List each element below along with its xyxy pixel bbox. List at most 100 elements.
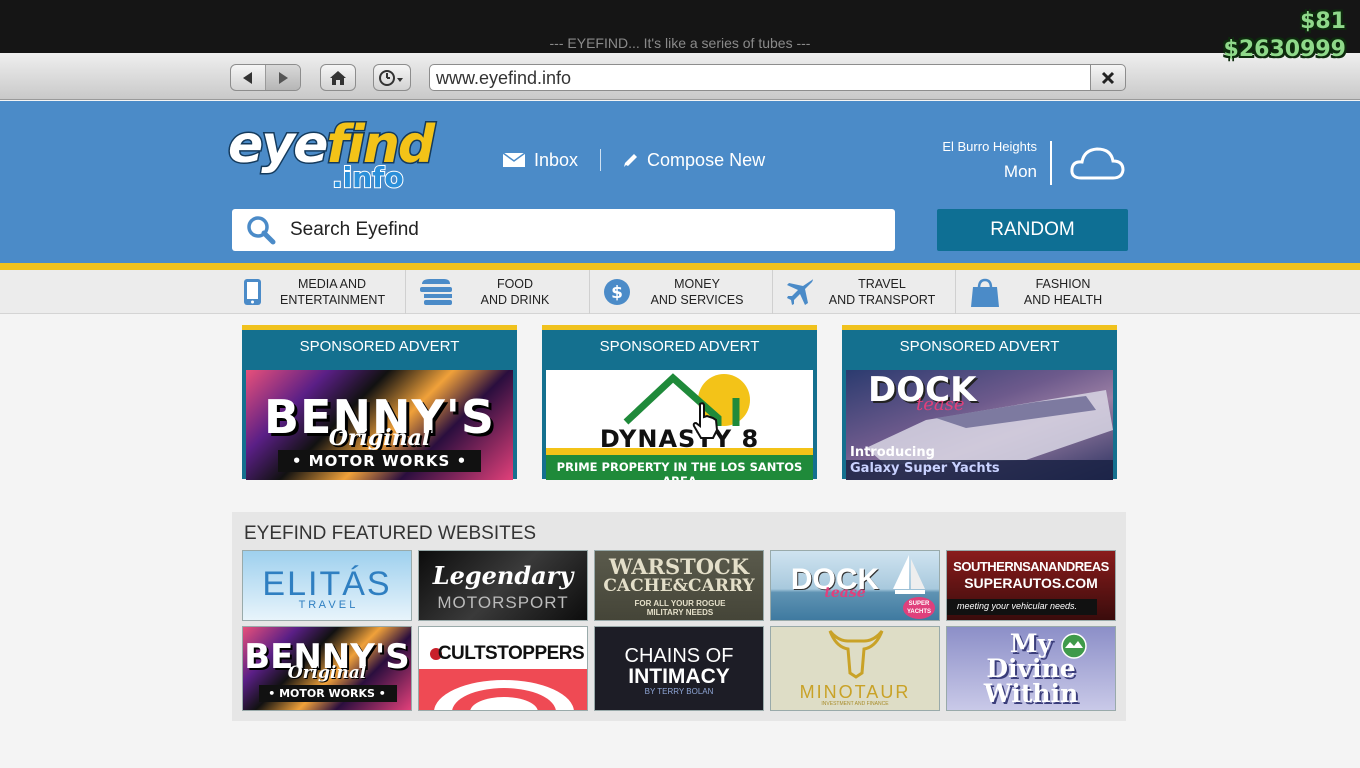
compose-label: Compose New xyxy=(647,149,766,170)
site-elitas-sub: T R A V E L xyxy=(298,599,356,611)
nav-buttons xyxy=(230,64,301,91)
advert-bennys-script: Original xyxy=(328,425,431,451)
site-bennys[interactable]: BENNY'S Original • MOTOR WORKS • xyxy=(242,626,412,711)
advert-docktease-script: tease xyxy=(916,394,965,415)
search-input[interactable]: Search Eyefind xyxy=(232,209,895,251)
site-elitas-travel[interactable]: ELITÁS T R A V E L xyxy=(242,550,412,621)
burger-icon xyxy=(420,279,452,305)
category-label-line1: FASHION xyxy=(1035,277,1091,291)
phone-icon xyxy=(244,279,261,305)
bank-amount: $2630999 xyxy=(1223,37,1346,62)
site-bennys-sub: • MOTOR WORKS • xyxy=(268,687,386,700)
bull-head-icon xyxy=(828,630,884,679)
advert-bennys[interactable]: SPONSORED ADVERT BENNY'S Original • MOTO… xyxy=(242,325,517,480)
eyefind-logo[interactable]: eyefind .info xyxy=(226,114,436,201)
inbox-label: Inbox xyxy=(534,149,579,170)
site-legendary-sub: MOTORSPORT xyxy=(437,593,569,612)
advert-dynasty8[interactable]: SPONSORED ADVERT DYNASTY 8 PRIME PROPERT… xyxy=(542,325,817,480)
inbox-link[interactable]: Inbox xyxy=(502,150,578,171)
advert-docktease-sub2: Galaxy Super Yachts xyxy=(850,461,1000,476)
site-bennys-script: Original xyxy=(287,663,367,683)
plane-icon xyxy=(787,279,813,305)
sailboat-icon xyxy=(893,555,925,594)
search-placeholder: Search Eyefind xyxy=(290,219,419,240)
pencil-icon xyxy=(624,154,638,167)
advert-bennys-image: BENNY'S Original • MOTOR WORKS • xyxy=(246,370,513,480)
globe-icon xyxy=(1061,633,1087,659)
header-links: Inbox Compose New xyxy=(502,149,765,171)
advert-dynasty8-title: DYNASTY 8 xyxy=(599,425,760,453)
site-ssa-sub: SUPERAUTOS.COM xyxy=(964,575,1098,591)
shopping-bag-icon xyxy=(971,278,999,307)
url-field[interactable]: www.eyefind.info xyxy=(429,64,1091,91)
category-fashion[interactable]: FASHION AND HEALTH xyxy=(970,270,1126,314)
advert-header: SPONSORED ADVERT xyxy=(899,338,1060,355)
home-button[interactable] xyxy=(320,64,356,91)
site-minotaur[interactable]: MINOTAUR INVESTMENT AND FINANCE xyxy=(770,626,940,711)
logo-info-text: .info xyxy=(331,160,405,195)
forward-arrow-icon xyxy=(279,71,288,84)
category-divider xyxy=(955,270,956,314)
clock-icon xyxy=(379,69,403,86)
forward-button[interactable] xyxy=(265,65,300,90)
category-label-line2: AND TRANSPORT xyxy=(828,293,936,307)
close-button[interactable] xyxy=(1090,64,1126,91)
weather-location: El Burro Heights xyxy=(942,139,1037,154)
featured-websites: EYEFIND FEATURED WEBSITES ELITÁS T R A V… xyxy=(232,512,1126,721)
site-chains-small: BY TERRY BOLAN xyxy=(644,687,714,696)
logo-eye-text: eye xyxy=(226,114,329,177)
site-warstock[interactable]: WARSTOCK CACHE&CARRY FOR ALL YOUR ROGUE … xyxy=(594,550,764,621)
category-travel[interactable]: TRAVEL AND TRANSPORT xyxy=(786,270,952,314)
header-link-divider xyxy=(600,149,602,171)
cultstoppers-target-image xyxy=(419,648,587,710)
category-label-line1: MEDIA AND xyxy=(297,277,367,291)
site-my-divine-within[interactable]: My Divine Within xyxy=(946,626,1116,711)
cash-amount: $81 xyxy=(1300,9,1346,34)
close-icon xyxy=(1101,71,1115,84)
category-label-line1: FOOD xyxy=(496,277,534,291)
weather-info: El Burro Heights Mon xyxy=(942,139,1037,182)
site-warstock-sub: CACHE&CARRY xyxy=(603,576,755,596)
random-button[interactable]: RANDOM xyxy=(937,209,1128,251)
category-label-line2: AND SERVICES xyxy=(650,293,744,307)
site-chains-of-intimacy[interactable]: CHAINS OF INTIMACY BY TERRY BOLAN xyxy=(594,626,764,711)
search-icon xyxy=(247,216,276,245)
site-southern-sa-superautos[interactable]: SOUTHERNSANANDREAS SUPERAUTOS.COM meetin… xyxy=(946,550,1116,621)
category-divider xyxy=(405,270,406,314)
category-divider xyxy=(589,270,590,314)
category-food[interactable]: FOOD AND DRINK xyxy=(418,270,586,314)
advert-bennys-sub: • MOTOR WORKS • xyxy=(291,452,468,470)
site-ssa-title: SOUTHERNSANANDREAS xyxy=(953,559,1109,574)
site-warstock-small: FOR ALL YOUR ROGUE MILITARY NEEDS xyxy=(634,599,726,617)
advert-docktease[interactable]: SPONSORED ADVERT DOCK tease Introducing … xyxy=(842,325,1117,480)
browser-toolbar: www.eyefind.info xyxy=(0,53,1360,100)
site-cultstoppers-title: CULTSTOPPERS xyxy=(437,643,585,664)
site-chains-sub: INTIMACY xyxy=(628,665,730,688)
advert-header: SPONSORED ADVERT xyxy=(599,338,760,355)
category-divider xyxy=(772,270,773,314)
category-label-line2: ENTERTAINMENT xyxy=(280,293,386,307)
featured-title: EYEFIND FEATURED WEBSITES xyxy=(244,523,537,544)
back-button[interactable] xyxy=(231,65,265,90)
window-tagline: --- EYEFIND... It's like a series of tub… xyxy=(549,35,811,51)
category-label-line2: AND HEALTH xyxy=(1023,293,1103,307)
category-money[interactable]: $ MONEY AND SERVICES xyxy=(603,270,769,314)
weather-day: Mon xyxy=(1003,162,1037,181)
site-docktease-badge: SUPER YACHTS xyxy=(903,597,935,619)
category-nav: MEDIA AND ENTERTAINMENT FOOD AND DRINK $ M… xyxy=(0,270,1360,314)
dollar-icon: $ xyxy=(604,279,630,305)
category-label-line1: TRAVEL xyxy=(858,277,906,291)
site-minotaur-small: INVESTMENT AND FINANCE xyxy=(821,701,889,707)
advert-header: SPONSORED ADVERT xyxy=(299,338,460,355)
advert-dynasty8-image: DYNASTY 8 PRIME PROPERTY IN THE LOS SANT… xyxy=(546,370,813,480)
compose-link[interactable]: Compose New xyxy=(623,150,765,171)
site-docktease[interactable]: DOCK tease SUPER YACHTS xyxy=(770,550,940,621)
money-hud: $81 $2630999 xyxy=(1224,8,1346,64)
site-legendary-motorsport[interactable]: Legendary MOTORSPORT xyxy=(418,550,588,621)
site-cultstoppers[interactable]: CULTSTOPPERS xyxy=(418,626,588,711)
site-header: eyefind .info Inbox Compose New El Burro… xyxy=(0,101,1360,271)
site-minotaur-title: MINOTAUR xyxy=(799,682,911,702)
window-title-bar: --- EYEFIND... It's like a series of tub… xyxy=(0,0,1360,53)
category-media[interactable]: MEDIA AND ENTERTAINMENT xyxy=(241,270,401,314)
history-button[interactable] xyxy=(373,64,411,91)
